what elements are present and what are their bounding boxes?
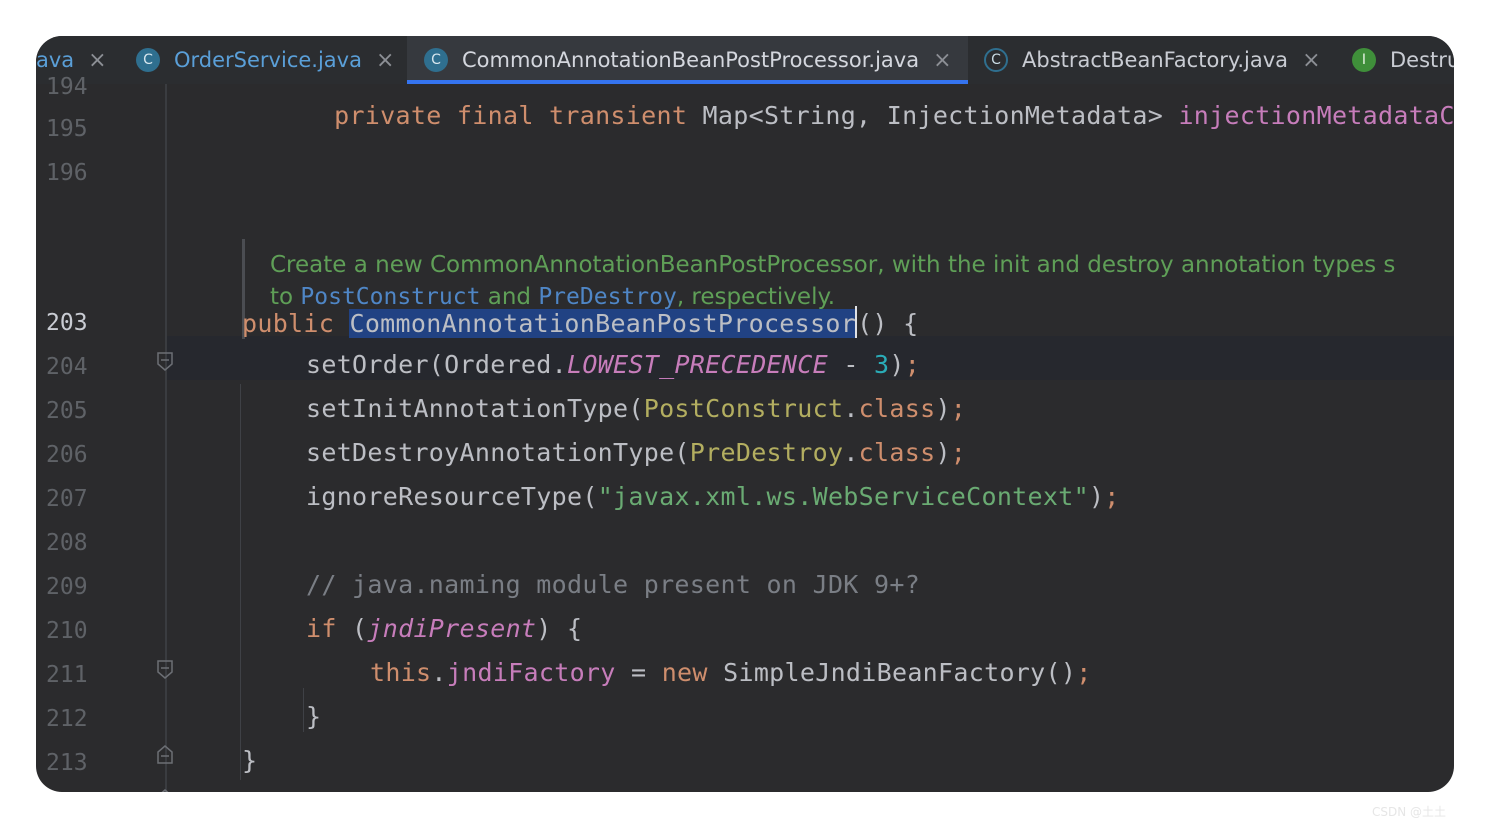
- code-token: private final transient: [334, 101, 703, 130]
- code-line-210: if (jndiPresent) {: [306, 614, 582, 643]
- code-line-205: setInitAnnotationType(PostConstruct.clas…: [306, 394, 966, 423]
- abstract-class-icon: C: [984, 48, 1008, 72]
- code-token: -: [827, 350, 875, 379]
- code-token: setOrder(Ordered.: [306, 350, 567, 379]
- code-token: this: [370, 658, 432, 687]
- code-token: LOWEST_PRECEDENCE: [566, 350, 828, 379]
- code-token: ): [1088, 482, 1105, 511]
- code-line-207: ignoreResourceType("javax.xml.ws.WebServ…: [306, 482, 1120, 511]
- line-number: 212: [46, 706, 88, 732]
- code-comment: // java.naming module present on JDK 9+?: [306, 570, 921, 599]
- line-number: 195: [46, 116, 88, 142]
- code-token: =: [615, 658, 662, 687]
- line-number: 194: [46, 74, 88, 100]
- code-token: ): [935, 394, 951, 423]
- code-token: .: [843, 438, 859, 467]
- line-number: 205: [46, 398, 88, 424]
- indent-guide: [240, 384, 241, 780]
- line-number: 209: [46, 574, 88, 600]
- fold-collapse-icon[interactable]: [157, 660, 173, 679]
- code-token: setDestroyAnnotationType(: [306, 438, 690, 467]
- code-token: .: [843, 394, 859, 423]
- code-token: PostConstruct: [643, 394, 844, 423]
- code-token: setInitAnnotationType(: [306, 394, 644, 423]
- code-token: }: [242, 746, 258, 775]
- code-token: jndiPresent: [367, 614, 537, 643]
- class-icon: C: [136, 48, 160, 72]
- fold-collapse-icon[interactable]: [157, 352, 173, 371]
- code-token: jndiFactory: [446, 658, 616, 687]
- interface-icon: I: [1352, 48, 1376, 72]
- line-number: 208: [46, 530, 88, 556]
- code-token: if: [306, 614, 337, 643]
- tab-label: Destru: [1390, 48, 1454, 72]
- close-icon[interactable]: ×: [933, 48, 951, 73]
- code-token: injectionMetadataCach: [1178, 101, 1454, 130]
- code-token: ): [935, 438, 951, 467]
- close-icon[interactable]: ×: [1302, 48, 1320, 73]
- line-number: 196: [46, 160, 88, 186]
- line-number: 213: [46, 750, 88, 776]
- code-token: ;: [950, 438, 967, 467]
- tab-label: ava: [36, 48, 75, 72]
- code-token: new: [661, 658, 708, 687]
- ide-window: ava × C OrderService.java × C CommonAnno…: [36, 36, 1454, 792]
- close-icon[interactable]: ×: [376, 48, 394, 73]
- indent-guide: [303, 688, 304, 732]
- code-token: ignoreResourceType(: [306, 482, 598, 511]
- code-token: "javax.xml.ws.WebServiceContext": [597, 482, 1089, 511]
- close-icon[interactable]: ×: [88, 48, 106, 73]
- code-token: class: [858, 394, 936, 423]
- watermark: CSDN @土土: [1371, 805, 1446, 819]
- code-token: .: [431, 658, 447, 687]
- code-token: PreDestroy: [689, 438, 844, 467]
- code-editor[interactable]: 194 195 196 203 204 205 206 207 208 209 …: [36, 74, 1454, 792]
- line-number: 206: [46, 442, 88, 468]
- code-token: ;: [1104, 482, 1120, 511]
- line-number: 207: [46, 486, 88, 512]
- fold-end-icon[interactable]: [157, 788, 173, 792]
- gutter-divider: [165, 84, 167, 792]
- code-line-209: // java.naming module present on JDK 9+?: [306, 570, 920, 599]
- line-number: 203: [46, 310, 88, 336]
- class-icon: C: [424, 48, 448, 72]
- code-line-204: setOrder(Ordered.LOWEST_PRECEDENCE - 3);: [306, 350, 920, 379]
- fold-end-icon[interactable]: [157, 744, 173, 764]
- code-token: ;: [904, 350, 921, 379]
- code-token: ;: [1076, 658, 1092, 687]
- code-token: public: [242, 309, 350, 338]
- tab-label: OrderService.java: [174, 48, 362, 72]
- code-token: SimpleJndiBeanFactory(): [707, 658, 1077, 687]
- code-line-206: setDestroyAnnotationType(PreDestroy.clas…: [306, 438, 966, 467]
- code-token: (: [336, 614, 368, 643]
- code-line-211: this.jndiFactory = new SimpleJndiBeanFac…: [370, 658, 1092, 687]
- code-line-212: }: [306, 702, 321, 731]
- code-token: ) {: [536, 614, 583, 643]
- tab-label: AbstractBeanFactory.java: [1022, 48, 1289, 72]
- code-line-203: public CommonAnnotationBeanPostProcessor…: [242, 306, 918, 338]
- code-token: ): [889, 350, 905, 379]
- code-token: () {: [857, 309, 919, 338]
- doc-text: Create a new CommonAnnotationBeanPostPro…: [270, 252, 1396, 278]
- line-number: 211: [46, 662, 88, 688]
- code-token: }: [306, 702, 322, 731]
- code-token: ;: [950, 394, 967, 423]
- code-token: class: [858, 438, 936, 467]
- javadoc-text: Create a new CommonAnnotationBeanPostPro…: [270, 249, 1454, 313]
- code-token: Map<String, InjectionMetadata>: [702, 101, 1179, 130]
- selected-text: CommonAnnotationBeanPostProcessor: [349, 309, 857, 338]
- code-line-213: }: [242, 746, 257, 775]
- code-token: 3: [874, 350, 890, 379]
- tab-label: CommonAnnotationBeanPostProcessor.java: [462, 48, 920, 72]
- line-number: 204: [46, 354, 88, 380]
- code-line-194: private final transient Map<String, Inje…: [242, 72, 1454, 159]
- line-number: 210: [46, 618, 88, 644]
